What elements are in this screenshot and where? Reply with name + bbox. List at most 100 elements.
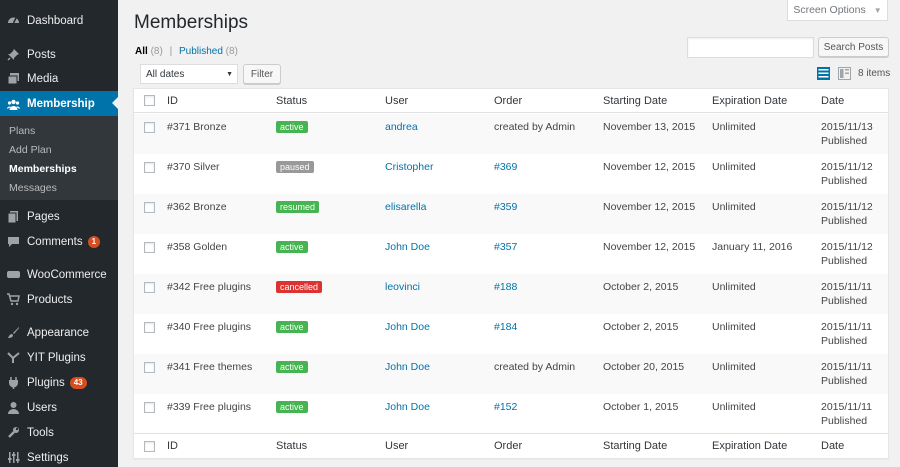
column-header-status: Status [276, 95, 308, 107]
sidebar-item-posts[interactable]: Posts [0, 42, 118, 67]
starting-date: October 2, 2015 [603, 321, 679, 333]
column-footer-starting-date: Starting Date [603, 440, 668, 452]
wrench-icon [7, 426, 20, 439]
membership-id: #342 Free plugins [167, 281, 252, 293]
publish-date: 2015/11/11 [821, 401, 872, 413]
status-badge: active [276, 241, 308, 253]
order-text: created by Admin [494, 121, 576, 133]
comments-count-badge: 1 [87, 235, 101, 248]
row-checkbox[interactable] [144, 162, 155, 173]
select-all-checkbox-footer[interactable] [144, 441, 155, 452]
sidebar-item-products[interactable]: Products [0, 287, 118, 312]
table-row: #370 Silver paused Cristopher #369 November … [134, 154, 888, 194]
membership-id: #358 Golden [167, 241, 228, 253]
user-link[interactable]: andrea [385, 121, 418, 133]
order-link[interactable]: #369 [494, 161, 517, 173]
sidebar-item-settings[interactable]: Settings [0, 445, 118, 467]
plugin-icon [7, 376, 20, 389]
membership-id: #339 Free plugins [167, 401, 252, 413]
starting-date: October 2, 2015 [603, 281, 679, 293]
order-link[interactable]: #188 [494, 281, 517, 293]
membership-id: #341 Free themes [167, 361, 253, 373]
sidebar-item-label: YIT Plugins [27, 351, 86, 364]
row-checkbox[interactable] [144, 402, 155, 413]
publish-status: Published [821, 255, 868, 267]
sidebar-item-membership[interactable]: Membership [0, 91, 118, 117]
view-published-link[interactable]: Published [179, 46, 223, 57]
order-link[interactable]: #184 [494, 321, 517, 333]
row-checkbox[interactable] [144, 202, 155, 213]
filter-button[interactable]: Filter [243, 64, 281, 84]
view-all-link[interactable]: All [135, 46, 148, 57]
row-checkbox[interactable] [144, 242, 155, 253]
select-all-checkbox[interactable] [144, 95, 155, 106]
user-link[interactable]: Cristopher [385, 161, 433, 173]
status-badge: active [276, 121, 308, 133]
user-link[interactable]: John Doe [385, 361, 430, 373]
submenu-item-plans[interactable]: Plans [9, 125, 35, 137]
publish-date: 2015/11/12 [821, 161, 873, 173]
sidebar-item-label: Media [27, 72, 59, 85]
submenu-item-add-plan[interactable]: Add Plan [9, 144, 52, 156]
row-checkbox[interactable] [144, 362, 155, 373]
publish-status: Published [821, 415, 868, 427]
list-view-icon[interactable] [817, 67, 830, 80]
sidebar-item-label: Products [27, 293, 73, 306]
user-link[interactable]: John Doe [385, 321, 430, 333]
status-badge: resumed [276, 201, 320, 213]
users-icon [7, 401, 20, 414]
sidebar-item-label: Appearance [27, 326, 90, 339]
column-footer-status: Status [276, 440, 308, 452]
publish-status: Published [821, 295, 868, 307]
table-row: #371 Bronze active andrea created by Admin N… [134, 114, 888, 154]
sidebar-item-tools[interactable]: Tools [0, 420, 118, 445]
publish-date: 2015/11/12 [821, 201, 873, 213]
admin-sidebar: Dashboard Posts Media Membership Plans A… [0, 0, 118, 467]
user-link[interactable]: elisarella [385, 201, 426, 213]
order-link[interactable]: #359 [494, 201, 517, 213]
starting-date: October 20, 2015 [603, 361, 685, 373]
pin-icon [7, 48, 20, 61]
column-header-starting-date: Starting Date [603, 95, 668, 107]
column-footer-id: ID [167, 440, 178, 452]
submenu-item-messages[interactable]: Messages [9, 182, 57, 194]
sidebar-item-label: Posts [27, 48, 56, 61]
user-link[interactable]: John Doe [385, 401, 430, 413]
sidebar-item-woocommerce[interactable]: WooCommerce [0, 262, 118, 287]
sidebar-item-plugins[interactable]: Plugins 43 [0, 370, 118, 395]
submenu-item-memberships[interactable]: Memberships [9, 163, 77, 175]
excerpt-view-icon[interactable] [838, 67, 851, 80]
user-link[interactable]: leovinci [385, 281, 420, 293]
table-row: #340 Free plugins active John Doe #184 Octob… [134, 314, 888, 354]
sidebar-item-users[interactable]: Users [0, 395, 118, 420]
screen-options-button[interactable]: Screen Options ▼ [787, 0, 888, 21]
column-footer-date-sort[interactable]: Date [821, 440, 844, 452]
pages-icon [7, 210, 20, 223]
user-link[interactable]: John Doe [385, 241, 430, 253]
table-footer: ID Status User Order Starting Date Expir… [134, 433, 888, 459]
sidebar-item-media[interactable]: Media [0, 66, 118, 91]
row-checkbox[interactable] [144, 122, 155, 133]
sidebar-item-pages[interactable]: Pages [0, 204, 118, 229]
order-link[interactable]: #357 [494, 241, 517, 253]
search-posts-button[interactable]: Search Posts [818, 37, 889, 57]
media-icon [7, 72, 20, 85]
sidebar-item-yit-plugins[interactable]: YIT Plugins [0, 345, 118, 370]
expiration-date: Unlimited [712, 401, 756, 413]
sidebar-item-label: Pages [27, 210, 60, 223]
row-checkbox[interactable] [144, 282, 155, 293]
sidebar-item-dashboard[interactable]: Dashboard [0, 8, 118, 33]
date-filter-select[interactable]: All dates ▼ [140, 64, 238, 84]
status-badge: active [276, 321, 308, 333]
column-header-date-sort[interactable]: Date [821, 95, 844, 107]
publish-status: Published [821, 215, 868, 227]
status-badge: paused [276, 161, 314, 173]
order-link[interactable]: #152 [494, 401, 517, 413]
order-text: created by Admin [494, 361, 576, 373]
search-input[interactable] [687, 37, 814, 58]
sidebar-item-label: Membership [27, 98, 95, 110]
row-checkbox[interactable] [144, 322, 155, 333]
sidebar-item-appearance[interactable]: Appearance [0, 320, 118, 345]
sidebar-item-comments[interactable]: Comments 1 [0, 229, 118, 254]
column-footer-expiration-date: Expiration Date [712, 440, 788, 452]
